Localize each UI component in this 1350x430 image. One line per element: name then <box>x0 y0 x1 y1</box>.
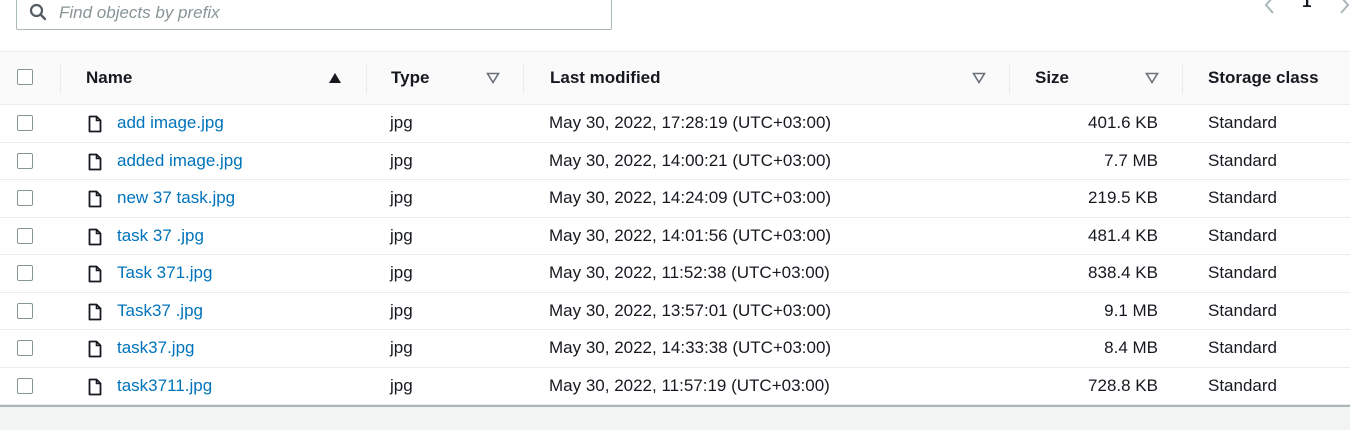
caret-up-icon[interactable] <box>328 71 342 85</box>
object-last-modified: May 30, 2022, 14:33:38 (UTC+03:00) <box>549 338 832 357</box>
table-row[interactable]: new 37 task.jpg jpg May 30, 2022, 14:24:… <box>0 180 1350 218</box>
select-all-checkbox[interactable] <box>17 69 33 85</box>
object-storage-class: Standard <box>1208 300 1277 320</box>
object-type: jpg <box>390 375 413 395</box>
object-type: jpg <box>390 263 413 282</box>
page-footer-area <box>0 407 1350 430</box>
object-last-modified: May 30, 2022, 13:57:01 (UTC+03:00) <box>549 300 832 320</box>
row-checkbox[interactable] <box>17 227 33 244</box>
object-type: jpg <box>390 300 413 320</box>
file-icon <box>88 190 102 208</box>
column-divider <box>1182 64 1183 94</box>
current-page-number[interactable]: 1 <box>1302 0 1311 12</box>
search-input[interactable] <box>57 0 601 27</box>
object-name-link[interactable]: task37.jpg <box>117 330 195 366</box>
object-name-link[interactable]: Task 371.jpg <box>117 255 212 291</box>
row-checkbox[interactable] <box>17 190 33 206</box>
object-last-modified: May 30, 2022, 14:24:09 (UTC+03:00) <box>549 188 832 207</box>
column-divider <box>366 64 367 94</box>
search-box <box>16 0 612 30</box>
table-row[interactable]: task37.jpg jpg May 30, 2022, 14:33:38 (U… <box>0 330 1350 368</box>
chevron-left-icon[interactable] <box>1262 0 1278 16</box>
object-size: 728.8 KB <box>1088 375 1158 395</box>
object-last-modified: May 30, 2022, 14:00:21 (UTC+03:00) <box>549 150 832 170</box>
column-header-size[interactable]: Size <box>1035 52 1069 104</box>
table-row[interactable]: task3711.jpg jpg May 30, 2022, 11:57:19 … <box>0 368 1350 405</box>
table-row[interactable]: add image.jpg jpg May 30, 2022, 17:28:19… <box>0 105 1350 143</box>
file-icon <box>88 153 102 170</box>
file-icon <box>88 340 102 358</box>
caret-down-outline-icon[interactable] <box>486 71 500 85</box>
object-size: 219.5 KB <box>1088 188 1158 207</box>
object-name-link[interactable]: new 37 task.jpg <box>117 180 235 216</box>
object-type: jpg <box>390 225 413 245</box>
objects-table: Name Type Last modified Size Storage cla… <box>0 51 1350 405</box>
row-checkbox[interactable] <box>17 152 33 169</box>
object-storage-class: Standard <box>1208 113 1277 132</box>
column-header-type[interactable]: Type <box>391 52 429 104</box>
object-type: jpg <box>390 113 413 132</box>
object-size: 8.4 MB <box>1104 338 1158 357</box>
object-name-link[interactable]: Task37 .jpg <box>117 293 203 329</box>
table-row[interactable]: added image.jpg jpg May 30, 2022, 14:00:… <box>0 143 1350 180</box>
row-checkbox[interactable] <box>17 302 33 319</box>
object-type: jpg <box>390 188 413 207</box>
column-divider <box>60 64 61 94</box>
object-type: jpg <box>390 338 413 357</box>
column-header-storage-class[interactable]: Storage class <box>1208 52 1319 104</box>
chevron-right-icon[interactable] <box>1336 0 1350 16</box>
object-size: 838.4 KB <box>1088 263 1158 282</box>
object-storage-class: Standard <box>1208 188 1277 207</box>
object-storage-class: Standard <box>1208 263 1277 282</box>
object-type: jpg <box>390 150 413 170</box>
file-icon <box>88 115 102 133</box>
pagination: 1 <box>1250 0 1350 18</box>
object-size: 481.4 KB <box>1088 225 1158 245</box>
object-name-link[interactable]: task 37 .jpg <box>117 218 204 254</box>
table-body: add image.jpg jpg May 30, 2022, 17:28:19… <box>0 105 1350 405</box>
object-size: 9.1 MB <box>1104 300 1158 320</box>
file-icon <box>88 265 102 283</box>
caret-down-outline-icon[interactable] <box>1145 71 1159 85</box>
table-header: Name Type Last modified Size Storage cla… <box>0 51 1350 105</box>
column-header-name[interactable]: Name <box>86 52 132 104</box>
object-storage-class: Standard <box>1208 150 1277 170</box>
object-name-link[interactable]: task3711.jpg <box>117 368 212 404</box>
file-icon <box>88 228 102 245</box>
caret-down-outline-icon[interactable] <box>972 71 986 85</box>
file-icon <box>88 378 102 395</box>
row-checkbox[interactable] <box>17 377 33 394</box>
object-storage-class: Standard <box>1208 225 1277 245</box>
object-storage-class: Standard <box>1208 338 1277 357</box>
column-divider <box>1009 64 1010 94</box>
row-checkbox[interactable] <box>17 340 33 356</box>
object-storage-class: Standard <box>1208 375 1277 395</box>
object-size: 401.6 KB <box>1088 113 1158 132</box>
object-name-link[interactable]: add image.jpg <box>117 105 224 141</box>
column-header-last-modified[interactable]: Last modified <box>550 52 661 104</box>
row-checkbox[interactable] <box>17 115 33 131</box>
object-last-modified: May 30, 2022, 11:52:38 (UTC+03:00) <box>549 263 830 282</box>
object-size: 7.7 MB <box>1104 150 1158 170</box>
object-last-modified: May 30, 2022, 14:01:56 (UTC+03:00) <box>549 225 832 245</box>
file-icon <box>88 303 102 320</box>
object-name-link[interactable]: added image.jpg <box>117 143 243 179</box>
search-icon <box>29 3 47 21</box>
object-last-modified: May 30, 2022, 11:57:19 (UTC+03:00) <box>549 375 830 395</box>
table-row[interactable]: task 37 .jpg jpg May 30, 2022, 14:01:56 … <box>0 218 1350 255</box>
object-last-modified: May 30, 2022, 17:28:19 (UTC+03:00) <box>549 113 832 132</box>
table-row[interactable]: Task37 .jpg jpg May 30, 2022, 13:57:01 (… <box>0 293 1350 330</box>
column-divider <box>523 64 524 94</box>
table-row[interactable]: Task 371.jpg jpg May 30, 2022, 11:52:38 … <box>0 255 1350 293</box>
row-checkbox[interactable] <box>17 265 33 281</box>
